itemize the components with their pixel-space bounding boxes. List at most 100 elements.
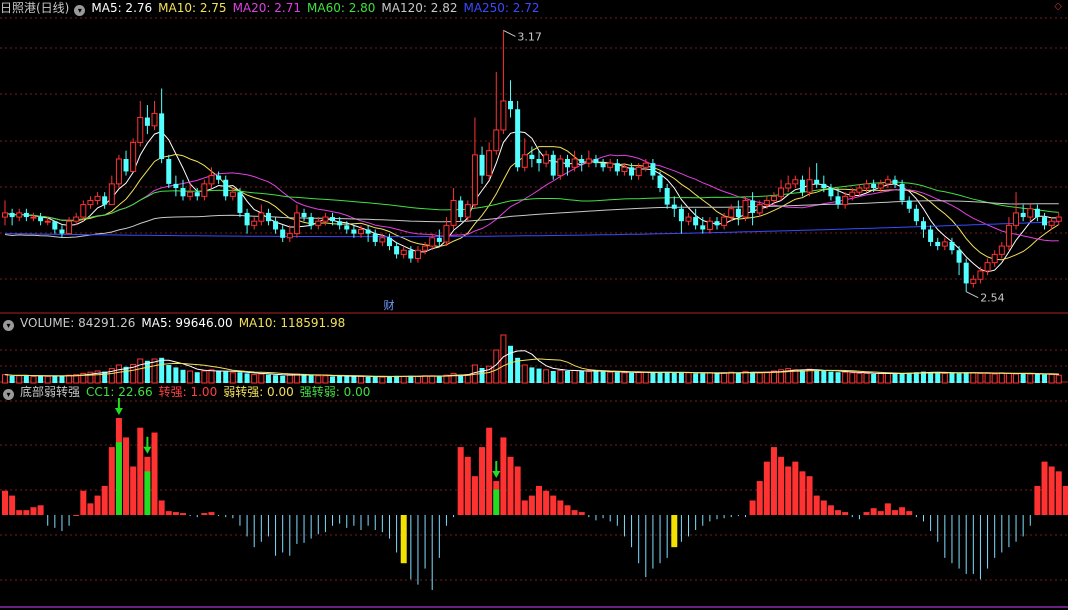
candle-body-down [408, 250, 414, 259]
candle-body-down [144, 117, 150, 126]
volume-bar-down [564, 371, 570, 383]
indicator-bar-positive [507, 456, 514, 515]
candle-body-down [579, 159, 585, 164]
candle-body-down [1020, 212, 1026, 218]
chart-canvas: 3.17 2.54 财 [0, 17, 1068, 608]
candle-body-up [251, 220, 258, 226]
indicator-bar-positive [899, 507, 906, 515]
indicator-bar-positive [73, 515, 80, 516]
indicator-bar-positive [1055, 471, 1062, 515]
candle-body-down [550, 154, 556, 176]
legend-item: MA5: 2.76 [91, 1, 153, 15]
indicator-bar-positive [792, 461, 799, 515]
volume-bar-down [693, 373, 699, 383]
indicator-bar-positive [749, 500, 756, 515]
volume-bar-down [892, 373, 898, 383]
volume-bar-down [593, 371, 599, 383]
indicator-bar-positive [521, 500, 528, 515]
volume-bar-up [251, 374, 258, 384]
volume-bar-down [799, 370, 805, 383]
candle-body-up [66, 220, 73, 235]
candle-body-up [884, 179, 891, 185]
volume-bar-down [330, 376, 336, 383]
candle-body-down [394, 246, 400, 255]
indicator-bar-positive [457, 447, 464, 515]
candle-body-up [87, 199, 94, 206]
legend-item: MA60: 2.80 [307, 1, 376, 15]
volume-bar-down [1020, 373, 1026, 383]
volume-bar-up [358, 375, 364, 384]
candle-body-down [828, 188, 834, 197]
volume-bar-up [66, 374, 73, 384]
indicator-bar-positive [500, 437, 507, 515]
candle-body-down [173, 183, 179, 189]
ma-line-ma250 [4, 221, 1059, 238]
candle-body-down [657, 175, 663, 189]
volume-bar-up [1013, 373, 1020, 384]
indicator-bar-positive [486, 427, 493, 515]
volume-bar-up [1055, 374, 1062, 384]
candle-body-down [1042, 217, 1048, 226]
volume-bar-up [379, 376, 386, 384]
indicator-bar-positive [101, 485, 108, 515]
diamond-icon[interactable]: ◇ [1054, 1, 1062, 12]
indicator-bar-positive [108, 447, 115, 515]
volume-bars [2, 334, 1062, 384]
indicator-bar-positive [799, 471, 806, 515]
candle-body-down [871, 183, 877, 189]
candle-body-up [607, 162, 614, 168]
volume-bar-down [750, 372, 756, 383]
financial-report-marker[interactable]: 财 [383, 298, 394, 312]
indicator-title: 底部弱转强 [20, 385, 81, 399]
candle-body-up [73, 216, 80, 222]
volume-bar-down [308, 375, 314, 383]
volume-bar-down [102, 371, 108, 383]
candle-body-down [735, 208, 741, 218]
volume-bar-down [913, 372, 919, 383]
candle-body-down [650, 163, 656, 176]
indicator-bar-positive [2, 490, 8, 515]
candle-body-up [137, 117, 144, 143]
volume-bar-down [173, 367, 179, 383]
volume-bar-down [963, 372, 969, 383]
indicator-bar-positive [9, 495, 16, 515]
candle-body-down [52, 221, 58, 230]
candle-body-down [244, 212, 250, 226]
candle-body-down [337, 221, 343, 226]
volume-bar-up [414, 375, 421, 384]
legend-item: MA120: 2.82 [381, 1, 458, 15]
indicator-bar-positive [835, 510, 842, 515]
volume-bar-up [1027, 373, 1034, 384]
candle-body-up [763, 199, 770, 206]
indicator-bar-positive [87, 503, 94, 515]
volume-bar-down [194, 372, 200, 383]
stock-chart-window: { "main_header": { "title": "日照港(日线)", "… [0, 0, 1068, 610]
legend-item: MA20: 2.71 [232, 1, 301, 15]
main-panel-header: 日照港(日线) ▾ MA5: 2.76 MA10: 2.75 MA20: 2.71 MA6… [0, 0, 552, 16]
indicator-bar-positive [23, 510, 30, 515]
candle-body-down [536, 159, 542, 164]
candle-body-up [208, 175, 215, 185]
candle-body-up [500, 100, 507, 131]
dropdown-circle-icon[interactable]: ▾ [74, 5, 86, 16]
candle-body-down [906, 200, 912, 209]
volume-bar-up [229, 372, 236, 384]
dropdown-circle-icon[interactable]: ▾ [3, 389, 14, 400]
volume-bar-down [365, 377, 371, 383]
candle-body-up [842, 195, 849, 206]
indicator-bar-positive [578, 512, 585, 515]
candle-body-down [750, 200, 756, 213]
volume-bar-up [571, 369, 578, 384]
indicator-bar-positive [906, 511, 913, 515]
volume-bar-down [828, 371, 834, 383]
candle-body-up [115, 158, 122, 185]
dropdown-circle-icon[interactable]: ▾ [3, 320, 14, 331]
volume-bar-down [166, 365, 172, 383]
candle-body-up [400, 249, 407, 255]
indicator-bar-weak-to-strong [671, 515, 678, 548]
indicator-bar-positive [820, 500, 827, 515]
volume-bar-down [436, 376, 442, 383]
candle-body-up [991, 253, 998, 264]
indicator-bar-positive [778, 456, 785, 515]
candle-body-down [593, 159, 599, 164]
